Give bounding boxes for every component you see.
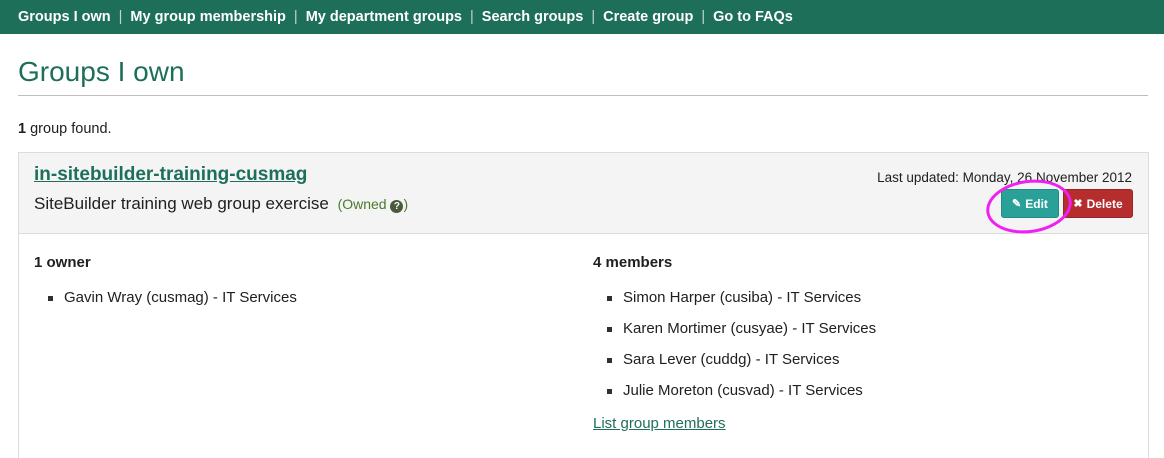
edit-button[interactable]: ✎ Edit [1001,189,1059,218]
member-item: Simon Harper (cusiba) - IT Services [593,289,876,320]
nav-my-department-groups[interactable]: My department groups [306,9,462,25]
nav-separator: | [470,9,474,25]
results-count-text: group found. [26,121,112,137]
top-navigation: Groups I own | My group membership | My … [0,0,1164,43]
member-item: Karen Mortimer (cusyae) - IT Services [593,320,876,351]
list-group-members-link[interactable]: List group members [593,415,876,432]
members-heading: 4 members [593,254,673,271]
last-updated: Last updated: Monday, 26 November 2012 [877,170,1132,185]
results-count: 1 group found. [18,121,112,137]
page-title: Groups I own [18,56,185,87]
nav-create-group[interactable]: Create group [603,9,693,25]
owners-heading: 1 owner [34,254,91,271]
owners-section: 1 owner Gavin Wray (cusmag) - IT Service… [34,254,297,320]
members-section: 4 members Simon Harper (cusiba) - IT Ser… [593,254,876,432]
nav-groups-i-own[interactable]: Groups I own [18,9,111,43]
members-list: Simon Harper (cusiba) - IT Services Kare… [593,289,876,413]
nav-go-to-faqs[interactable]: Go to FAQs [713,9,793,25]
nav-separator: | [701,9,706,25]
question-circle-icon[interactable]: ? [390,200,404,213]
times-icon: ✖ [1073,198,1083,210]
delete-button[interactable]: ✖ Delete [1063,189,1133,218]
title-divider [18,95,1148,96]
nav-label: Groups I own [18,9,111,25]
pencil-square-icon: ✎ [1012,198,1022,210]
nav-separator: | [118,9,123,25]
nav-my-group-membership[interactable]: My group membership [130,9,286,25]
owner-item: Gavin Wray (cusmag) - IT Services [34,289,297,320]
owned-badge: (Owned ?) [337,196,409,213]
group-card-header: in-sitebuilder-training-cusmag SiteBuild… [19,153,1148,234]
owners-list: Gavin Wray (cusmag) - IT Services [34,289,297,320]
owned-label: (Owned [337,196,387,212]
owned-close: ) [403,196,409,212]
member-item: Sara Lever (cuddg) - IT Services [593,351,876,382]
group-description-line: SiteBuilder training web group exercise … [34,194,408,214]
active-indicator [58,35,71,43]
nav-separator: | [293,9,298,25]
group-card: in-sitebuilder-training-cusmag SiteBuild… [18,152,1149,458]
results-count-number: 1 [18,121,27,137]
member-item: Julie Moreton (cusvad) - IT Services [593,382,876,413]
delete-label: Delete [1086,196,1123,211]
nav-items: Groups I own | My group membership | My … [0,0,1164,43]
nav-search-groups[interactable]: Search groups [482,9,584,25]
group-name-link[interactable]: in-sitebuilder-training-cusmag [34,164,307,186]
edit-label: Edit [1025,196,1048,211]
nav-separator: | [591,9,596,25]
group-description: SiteBuilder training web group exercise [34,194,329,213]
